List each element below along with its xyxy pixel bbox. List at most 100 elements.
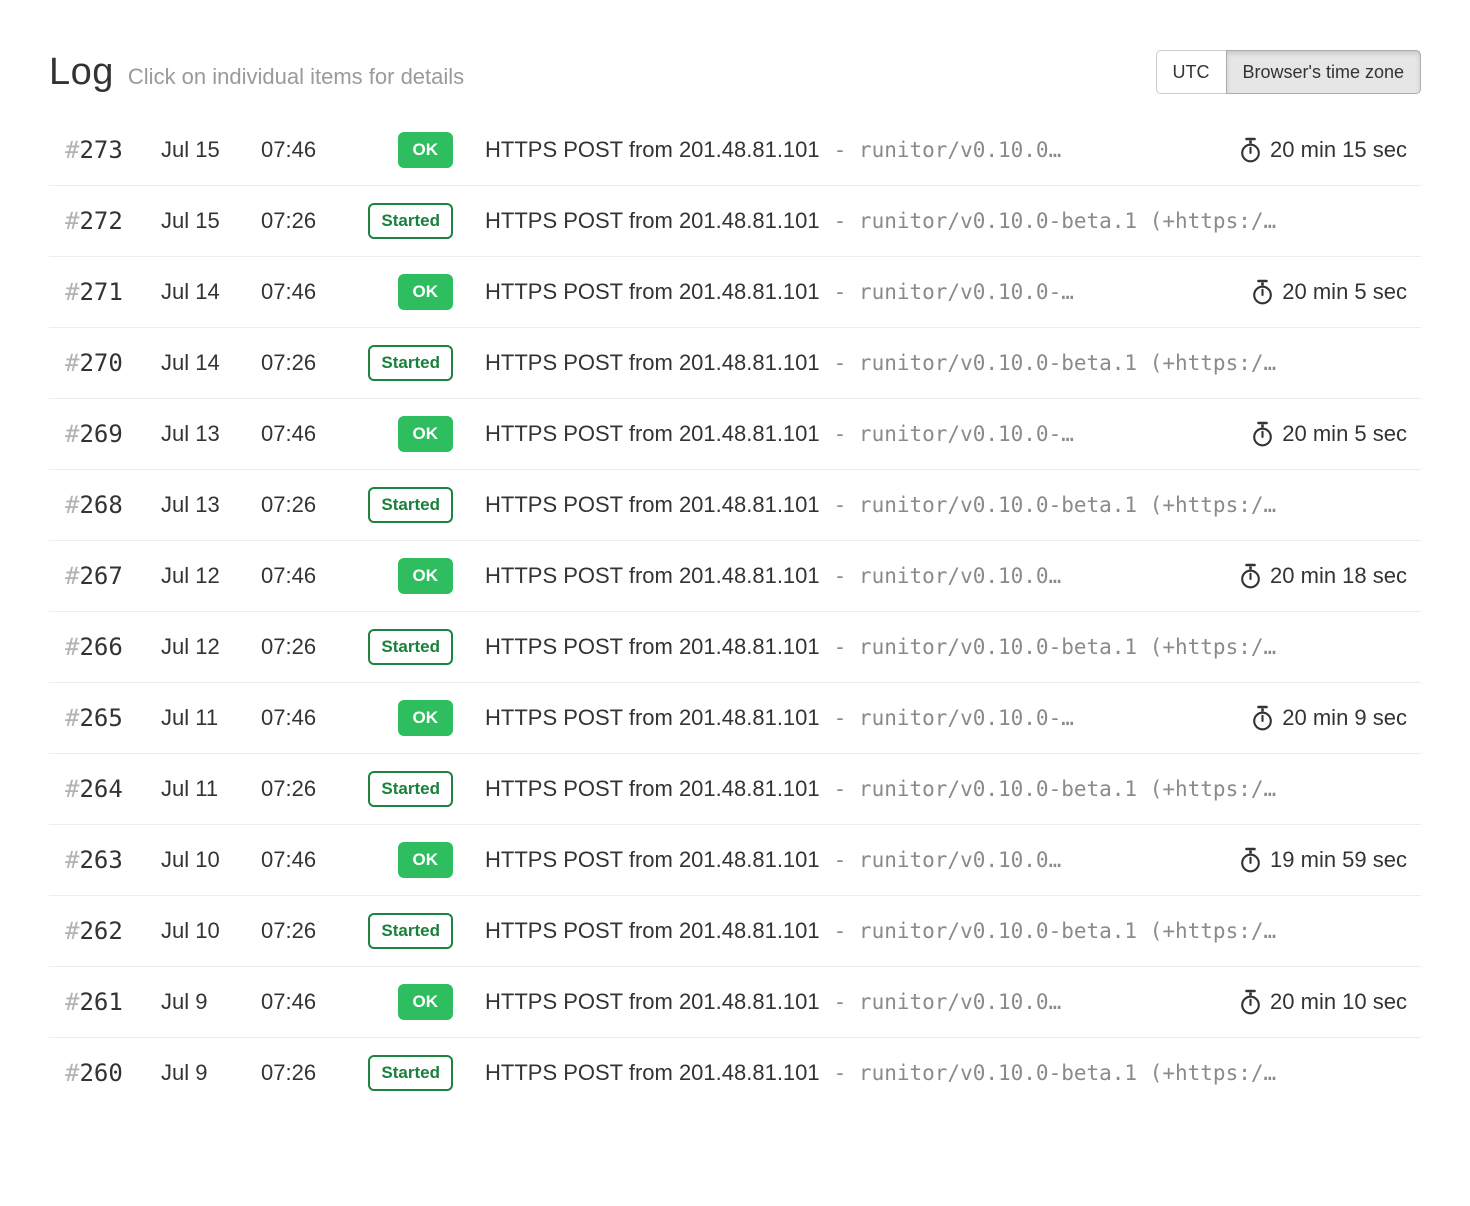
event-description: HTTPS POST from 201.48.81.101- runitor/v… xyxy=(453,634,1360,660)
event-duration: 20 min 15 sec xyxy=(1239,137,1407,163)
stopwatch-icon xyxy=(1239,137,1262,163)
event-user-agent: - runitor/v0.10.0… xyxy=(834,990,1062,1014)
event-duration-text: 20 min 10 sec xyxy=(1270,989,1407,1015)
status-badge: OK xyxy=(398,416,454,452)
event-time: 07:26 xyxy=(261,492,358,518)
event-date: Jul 12 xyxy=(161,563,261,589)
status-badge: Started xyxy=(368,345,453,381)
event-time: 07:26 xyxy=(261,208,358,234)
stopwatch-icon xyxy=(1251,421,1274,447)
event-user-agent: - runitor/v0.10.0-beta.1 (+https:/… xyxy=(834,635,1277,659)
event-id: #262 xyxy=(65,917,161,945)
log-row[interactable]: #262 Jul 10 07:26 Started HTTPS POST fro… xyxy=(49,895,1421,966)
page-header-titles: Log Click on individual items for detail… xyxy=(49,51,464,94)
event-duration-text: 20 min 9 sec xyxy=(1282,705,1407,731)
log-row[interactable]: #265 Jul 11 07:46 OK HTTPS POST from 201… xyxy=(49,682,1421,753)
event-time: 07:46 xyxy=(261,279,358,305)
event-id-hash: # xyxy=(65,846,79,874)
event-message: HTTPS POST from 201.48.81.101 xyxy=(485,137,820,162)
event-time: 07:46 xyxy=(261,421,358,447)
log-row[interactable]: #263 Jul 10 07:46 OK HTTPS POST from 201… xyxy=(49,824,1421,895)
event-id: #272 xyxy=(65,207,161,235)
log-row[interactable]: #269 Jul 13 07:46 OK HTTPS POST from 201… xyxy=(49,398,1421,469)
event-time: 07:26 xyxy=(261,634,358,660)
status-badge-cell: Started xyxy=(358,913,453,949)
status-badge-cell: Started xyxy=(358,1055,453,1091)
event-message: HTTPS POST from 201.48.81.101 xyxy=(485,918,820,943)
event-time: 07:46 xyxy=(261,847,358,873)
event-time: 07:46 xyxy=(261,705,358,731)
event-id-number: 261 xyxy=(79,988,122,1016)
status-badge-cell: Started xyxy=(358,487,453,523)
event-date: Jul 14 xyxy=(161,279,261,305)
log-row[interactable]: #272 Jul 15 07:26 Started HTTPS POST fro… xyxy=(49,185,1421,256)
event-description: HTTPS POST from 201.48.81.101- runitor/v… xyxy=(453,350,1360,376)
status-badge: Started xyxy=(368,913,453,949)
stopwatch-icon xyxy=(1239,847,1262,873)
log-row[interactable]: #267 Jul 12 07:46 OK HTTPS POST from 201… xyxy=(49,540,1421,611)
event-id: #264 xyxy=(65,775,161,803)
log-row[interactable]: #260 Jul 9 07:26 Started HTTPS POST from… xyxy=(49,1037,1421,1108)
status-badge-cell: OK xyxy=(358,132,453,168)
event-message: HTTPS POST from 201.48.81.101 xyxy=(485,1060,820,1085)
event-message: HTTPS POST from 201.48.81.101 xyxy=(485,492,820,517)
event-id-hash: # xyxy=(65,491,79,519)
event-id-hash: # xyxy=(65,988,79,1016)
event-user-agent: - runitor/v0.10.0-beta.1 (+https:/… xyxy=(834,493,1277,517)
event-message: HTTPS POST from 201.48.81.101 xyxy=(485,705,820,730)
event-user-agent: - runitor/v0.10.0… xyxy=(834,848,1062,872)
event-description: HTTPS POST from 201.48.81.101- runitor/v… xyxy=(453,1060,1360,1086)
status-badge: Started xyxy=(368,487,453,523)
event-id-number: 263 xyxy=(79,846,122,874)
page-title: Log xyxy=(49,51,114,94)
event-time: 07:26 xyxy=(261,918,358,944)
event-message: HTTPS POST from 201.48.81.101 xyxy=(485,421,820,446)
event-description: HTTPS POST from 201.48.81.101- runitor/v… xyxy=(453,208,1360,234)
log-row[interactable]: #270 Jul 14 07:26 Started HTTPS POST fro… xyxy=(49,327,1421,398)
event-id: #268 xyxy=(65,491,161,519)
event-duration: 19 min 59 sec xyxy=(1239,847,1407,873)
event-user-agent: - runitor/v0.10.0… xyxy=(834,138,1062,162)
log-row[interactable]: #268 Jul 13 07:26 Started HTTPS POST fro… xyxy=(49,469,1421,540)
event-id: #273 xyxy=(65,136,161,164)
status-badge-cell: Started xyxy=(358,345,453,381)
status-badge-cell: Started xyxy=(358,629,453,665)
event-description: HTTPS POST from 201.48.81.101- runitor/v… xyxy=(453,847,1223,873)
log-row[interactable]: #264 Jul 11 07:26 Started HTTPS POST fro… xyxy=(49,753,1421,824)
event-id-number: 265 xyxy=(79,704,122,732)
event-id-number: 266 xyxy=(79,633,122,661)
event-id-hash: # xyxy=(65,633,79,661)
event-date: Jul 15 xyxy=(161,208,261,234)
log-row[interactable]: #261 Jul 9 07:46 OK HTTPS POST from 201.… xyxy=(49,966,1421,1037)
event-duration: 20 min 5 sec xyxy=(1251,279,1407,305)
event-user-agent: - runitor/v0.10.0-… xyxy=(834,280,1074,304)
event-id: #266 xyxy=(65,633,161,661)
status-badge: Started xyxy=(368,203,453,239)
event-id-number: 273 xyxy=(79,136,122,164)
event-time: 07:46 xyxy=(261,563,358,589)
event-id-hash: # xyxy=(65,349,79,377)
log-page: Log Click on individual items for detail… xyxy=(0,50,1470,1108)
event-id-number: 268 xyxy=(79,491,122,519)
log-row[interactable]: #266 Jul 12 07:26 Started HTTPS POST fro… xyxy=(49,611,1421,682)
event-description: HTTPS POST from 201.48.81.101- runitor/v… xyxy=(453,421,1235,447)
event-id-number: 264 xyxy=(79,775,122,803)
log-row[interactable]: #273 Jul 15 07:46 OK HTTPS POST from 201… xyxy=(49,114,1421,185)
stopwatch-icon xyxy=(1239,989,1262,1015)
log-row[interactable]: #271 Jul 14 07:46 OK HTTPS POST from 201… xyxy=(49,256,1421,327)
utc-button[interactable]: UTC xyxy=(1156,50,1227,94)
event-duration-text: 19 min 59 sec xyxy=(1270,847,1407,873)
status-badge-cell: OK xyxy=(358,984,453,1020)
stopwatch-icon xyxy=(1239,563,1262,589)
event-id-hash: # xyxy=(65,917,79,945)
event-id-hash: # xyxy=(65,704,79,732)
event-date: Jul 9 xyxy=(161,989,261,1015)
event-duration: 20 min 5 sec xyxy=(1251,421,1407,447)
status-badge-cell: OK xyxy=(358,416,453,452)
event-user-agent: - runitor/v0.10.0-beta.1 (+https:/… xyxy=(834,351,1277,375)
browser-timezone-button[interactable]: Browser's time zone xyxy=(1226,50,1422,94)
event-duration-text: 20 min 5 sec xyxy=(1282,279,1407,305)
event-message: HTTPS POST from 201.48.81.101 xyxy=(485,776,820,801)
event-time: 07:26 xyxy=(261,1060,358,1086)
event-id-number: 262 xyxy=(79,917,122,945)
